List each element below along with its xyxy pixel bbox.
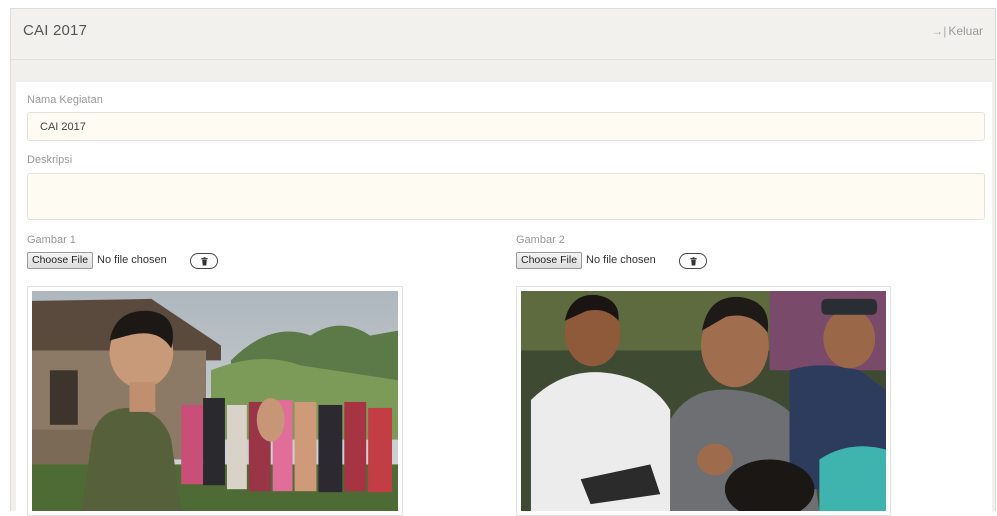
top-bar: CAI 2017 →| Keluar (11, 9, 995, 60)
description-label: Deskripsi (27, 154, 73, 166)
logout-link[interactable]: →| Keluar (931, 24, 983, 38)
image1-label: Gambar 1 (27, 234, 76, 246)
image1-file-status: No file chosen (97, 254, 167, 266)
image1-file-input[interactable]: Choose File No file chosen (27, 251, 167, 269)
logout-label: Keluar (948, 24, 983, 38)
event-name-input[interactable] (27, 112, 985, 141)
event-form: Nama Kegiatan Deskripsi Gambar 1 Choose … (16, 82, 992, 516)
trash-icon (689, 256, 697, 266)
image2-file-input[interactable]: Choose File No file chosen (516, 251, 656, 269)
image1-photo (32, 291, 398, 511)
image1-delete-button[interactable] (190, 253, 218, 269)
image2-file-status: No file chosen (586, 254, 656, 266)
image2-preview (516, 286, 891, 516)
name-label: Nama Kegiatan (27, 94, 103, 106)
description-input[interactable] (27, 173, 985, 220)
image2-choose-file-button[interactable]: Choose File (516, 251, 583, 269)
image1-choose-file-button[interactable]: Choose File (27, 251, 94, 269)
sign-out-icon: →| (931, 24, 947, 38)
image2-label: Gambar 2 (516, 234, 565, 246)
image2-photo (521, 291, 886, 511)
image2-delete-button[interactable] (679, 253, 707, 269)
trash-icon (200, 256, 208, 266)
app-frame: CAI 2017 →| Keluar Nama Kegiatan Deskrip… (10, 8, 996, 516)
image1-preview (27, 286, 403, 516)
page-title: CAI 2017 (23, 22, 88, 39)
